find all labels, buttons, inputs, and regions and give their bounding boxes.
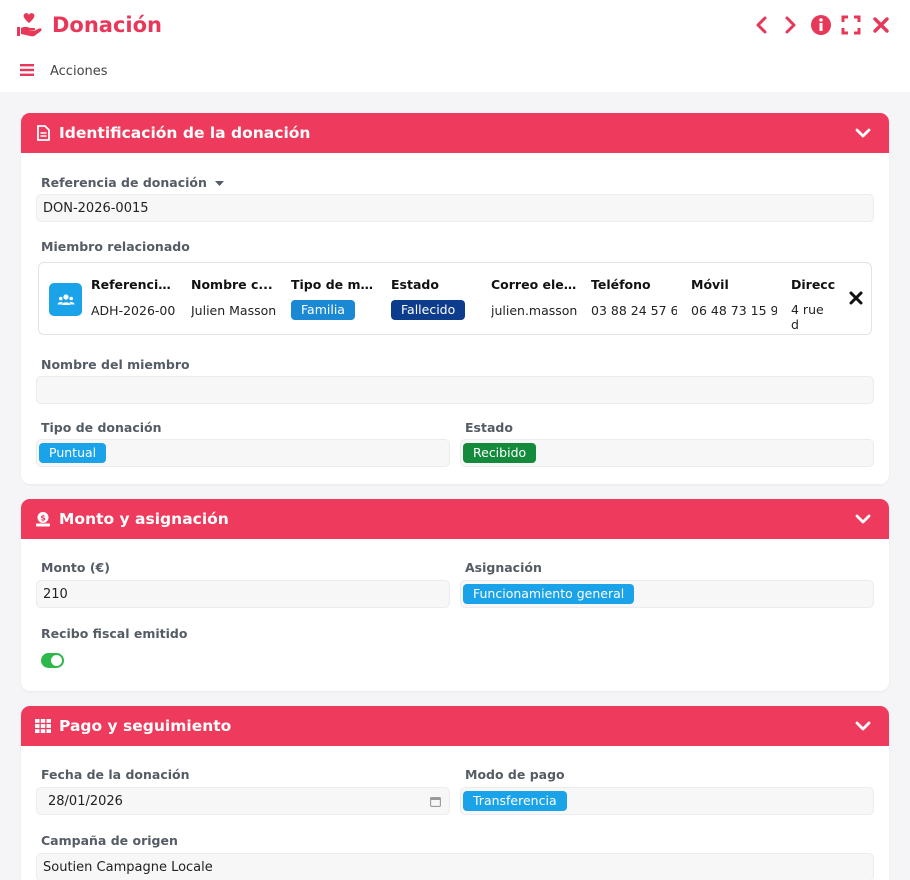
- date-value: 28/01/2026: [48, 793, 123, 809]
- member-col-reference: Referencia... ADH-2026-00: [91, 277, 177, 318]
- calendar-icon[interactable]: [430, 796, 441, 811]
- info-icon[interactable]: [810, 14, 832, 36]
- donation-type-tag: Puntual: [39, 443, 107, 463]
- hamburger-menu-icon[interactable]: [20, 64, 34, 79]
- member-header: Referencia...: [91, 277, 177, 292]
- date-field[interactable]: 28/01/2026: [36, 787, 450, 815]
- payment-method-tag: Transferencia: [463, 791, 567, 811]
- member-type-tag: Familia: [291, 300, 355, 320]
- member-header: Direcci: [791, 277, 835, 292]
- member-header: Nombre c...: [191, 277, 273, 292]
- chevron-down-icon[interactable]: [855, 511, 871, 527]
- member-col-status: Estado Fallecido: [391, 277, 481, 320]
- panel-title: Monto y asignación: [59, 510, 229, 528]
- donation-window: Donación Acciones Identificación de la d…: [0, 0, 910, 880]
- member-email: julien.masson(: [491, 303, 577, 318]
- status-label: Estado: [465, 420, 513, 435]
- remove-member-icon[interactable]: [849, 291, 863, 305]
- svg-text:$: $: [40, 514, 46, 523]
- amount-field[interactable]: 210: [36, 580, 450, 608]
- member-col-name: Nombre c... Julien Masson: [191, 277, 277, 318]
- members-icon: [49, 283, 82, 316]
- window-title: Donación: [14, 10, 162, 40]
- related-member-card[interactable]: Referencia... ADH-2026-00 Nombre c... Ju…: [38, 262, 872, 335]
- member-header: Estado: [391, 277, 439, 292]
- member-col-type: Tipo de mi... Familia: [291, 277, 377, 320]
- donation-type-field[interactable]: Puntual: [36, 439, 450, 467]
- panel-payment: Pago y seguimiento Fecha de la donación …: [21, 706, 889, 880]
- chevron-down-icon[interactable]: [855, 125, 871, 141]
- payment-method-field[interactable]: Transferencia: [460, 787, 874, 815]
- panel-title: Pago y seguimiento: [59, 717, 232, 735]
- member-status: Fallecido: [391, 300, 481, 320]
- member-name: Julien Masson: [191, 303, 277, 318]
- member-name-field[interactable]: [36, 376, 874, 404]
- member-col-address: Direcci 4 rue d 67000: [791, 277, 835, 332]
- status-field[interactable]: Recibido: [460, 439, 874, 467]
- top-bar: Donación Acciones: [0, 0, 910, 92]
- member-name-label: Nombre del miembro: [41, 357, 190, 372]
- amount-value: 210: [43, 586, 68, 602]
- member-col-mobile: Móvil 06 48 73 15 9(: [691, 277, 777, 318]
- member-col-phone: Teléfono 03 88 24 57 6: [591, 277, 677, 318]
- campaign-field[interactable]: Soutien Campagne Locale: [36, 853, 874, 880]
- panel-header-amount[interactable]: $ Monto y asignación: [21, 499, 889, 539]
- campaign-label: Campaña de origen: [41, 833, 178, 848]
- donation-type-label: Tipo de donación: [41, 420, 162, 435]
- fullscreen-icon[interactable]: [840, 14, 862, 36]
- chevron-right-icon[interactable]: [780, 14, 802, 36]
- amount-label: Monto (€): [41, 560, 110, 575]
- member-reference: ADH-2026-00: [91, 303, 176, 318]
- member-header: Tipo de mi...: [291, 277, 377, 292]
- member-type: Familia: [291, 300, 377, 320]
- panel-amount: $ Monto y asignación Monto (€) 210 Asign…: [21, 499, 889, 691]
- allocation-tag: Funcionamiento general: [463, 584, 635, 604]
- member-phone: 03 88 24 57 6: [591, 303, 677, 318]
- allocation-field[interactable]: Funcionamiento general: [460, 580, 874, 608]
- member-address: 4 rue d 67000: [791, 302, 824, 332]
- table-icon: [35, 718, 51, 734]
- panel-identification: Identificación de la donación Referencia…: [21, 113, 889, 484]
- status-tag: Recibido: [463, 443, 537, 463]
- member-col-email: Correo ele... julien.masson(: [491, 277, 577, 318]
- receipt-toggle[interactable]: [41, 653, 64, 668]
- receipt-label: Recibo fiscal emitido: [41, 626, 188, 641]
- member-label: Miembro relacionado: [41, 239, 190, 254]
- member-status-tag: Fallecido: [391, 300, 466, 320]
- member-header: Teléfono: [591, 277, 651, 292]
- ref-label-text: Referencia de donación: [41, 175, 207, 190]
- caret-down-icon[interactable]: [214, 175, 224, 190]
- actions-label[interactable]: Acciones: [50, 64, 108, 79]
- ref-label: Referencia de donación: [41, 175, 224, 190]
- campaign-value: Soutien Campagne Locale: [43, 859, 213, 875]
- panel-header-identification[interactable]: Identificación de la donación: [21, 113, 889, 153]
- hand-heart-icon: [14, 10, 44, 40]
- chevron-down-icon[interactable]: [855, 718, 871, 734]
- panel-title: Identificación de la donación: [59, 124, 311, 142]
- money-bag-icon: $: [35, 511, 51, 527]
- payment-method-label: Modo de pago: [465, 767, 565, 782]
- ref-field[interactable]: DON-2026-0015: [36, 194, 874, 222]
- page-title: Donación: [52, 13, 163, 37]
- close-icon[interactable]: [870, 14, 892, 36]
- chevron-left-icon[interactable]: [750, 14, 772, 36]
- member-mobile: 06 48 73 15 9(: [691, 303, 777, 318]
- allocation-label: Asignación: [465, 560, 542, 575]
- panel-header-payment[interactable]: Pago y seguimiento: [21, 706, 889, 746]
- member-header: Móvil: [691, 277, 729, 292]
- ref-value: DON-2026-0015: [43, 200, 149, 216]
- date-label: Fecha de la donación: [41, 767, 190, 782]
- window-controls: [750, 14, 892, 36]
- member-header: Correo ele...: [491, 277, 577, 292]
- document-icon: [35, 125, 51, 141]
- actions-menu[interactable]: Acciones: [20, 64, 108, 79]
